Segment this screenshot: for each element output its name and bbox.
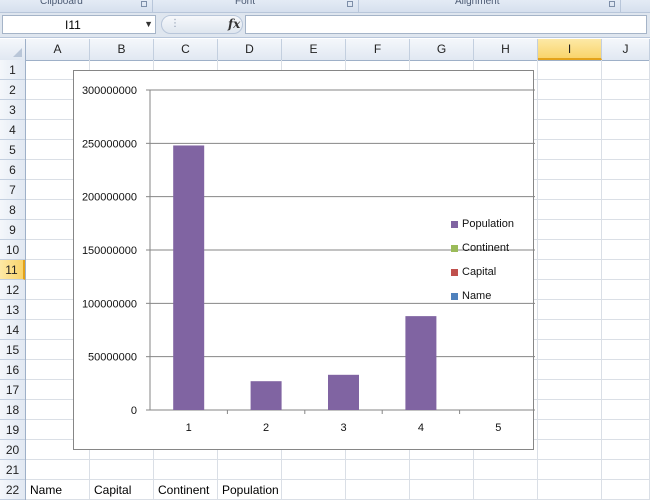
legend-swatch <box>451 269 458 276</box>
legend-label: Population <box>462 218 514 230</box>
column-header-j[interactable]: J <box>602 39 650 60</box>
insert-function-icon[interactable]: fx <box>228 17 240 31</box>
row-header-15[interactable]: 15 <box>0 340 25 360</box>
chart-legend[interactable]: Population Continent Capital Name <box>451 216 541 312</box>
x-tick-label: 4 <box>418 422 424 434</box>
column-header-g[interactable]: G <box>410 39 474 60</box>
chevron-down-icon[interactable]: ▼ <box>144 19 153 29</box>
legend-item-name[interactable]: Name <box>451 288 541 312</box>
row-header-12[interactable]: 12 <box>0 280 25 300</box>
select-all-button[interactable] <box>0 39 26 60</box>
resize-handle-icon[interactable]: ⋮ <box>170 18 180 29</box>
y-tick-label: 200000000 <box>82 192 137 204</box>
x-tick-label: 3 <box>340 422 346 434</box>
cell-a22[interactable]: Name <box>30 480 62 500</box>
ribbon-separator <box>358 0 359 12</box>
row-header-5[interactable]: 5 <box>0 140 25 160</box>
ribbon-strip: Clipboard Font Alignment <box>0 0 650 13</box>
column-header-row: ABCDEFGHIJ <box>0 39 650 61</box>
ribbon-group-alignment[interactable]: Alignment <box>455 0 499 8</box>
row-header-9[interactable]: 9 <box>0 220 25 240</box>
row-header-column: 1 2 3 4 5 6 7 8 9 10 11 12 13 14 15 16 17 18 19 20 21 22 <box>0 60 26 500</box>
y-tick-label: 50000000 <box>88 352 137 364</box>
formula-input[interactable] <box>245 15 647 34</box>
legend-swatch <box>451 221 458 228</box>
row-header-4[interactable]: 4 <box>0 120 25 140</box>
x-tick-label: 5 <box>495 422 501 434</box>
cell-b22[interactable]: Capital <box>94 480 131 500</box>
column-header-h[interactable]: H <box>474 39 538 60</box>
column-header-i[interactable]: I <box>538 39 602 60</box>
y-tick-label: 150000000 <box>82 245 137 257</box>
row-header-1[interactable]: 1 <box>0 60 25 80</box>
name-box[interactable]: I11 ▼ <box>2 15 156 34</box>
bar-population-1 <box>173 145 205 410</box>
ribbon-separator <box>620 0 621 12</box>
cell-d22[interactable]: Population <box>222 480 279 500</box>
legend-label: Continent <box>462 242 510 254</box>
column-header-f[interactable]: F <box>346 39 410 60</box>
legend-label: Capital <box>462 266 497 278</box>
chart-object[interactable]: 0 50000000 100000000 150000000 200000000 2500… <box>73 70 535 450</box>
x-tick-label: 1 <box>186 422 192 434</box>
legend-item-continent[interactable]: Continent <box>451 240 541 264</box>
bar-population-4 <box>405 316 437 410</box>
ribbon-group-font[interactable]: Font <box>235 0 255 8</box>
row-header-11[interactable]: 11 <box>0 260 25 280</box>
legend-swatch <box>451 245 458 252</box>
y-tick-label: 300000000 <box>82 85 137 97</box>
row-header-19[interactable]: 19 <box>0 420 25 440</box>
row-header-6[interactable]: 6 <box>0 160 25 180</box>
column-header-b[interactable]: B <box>90 39 154 60</box>
select-all-icon <box>13 48 22 57</box>
cell-c22[interactable]: Continent <box>158 480 209 500</box>
column-gridline <box>601 60 602 500</box>
x-tick-label: 2 <box>263 422 269 434</box>
row-header-14[interactable]: 14 <box>0 320 25 340</box>
row-header-17[interactable]: 17 <box>0 380 25 400</box>
row-header-22[interactable]: 22 <box>0 480 25 500</box>
legend-item-population[interactable]: Population <box>451 216 541 240</box>
name-box-value: I11 <box>65 18 81 32</box>
column-header-e[interactable]: E <box>282 39 346 60</box>
row-header-10[interactable]: 10 <box>0 240 25 260</box>
font-launcher-icon[interactable] <box>347 1 353 7</box>
row-header-18[interactable]: 18 <box>0 400 25 420</box>
row-gridline <box>26 459 650 460</box>
row-header-3[interactable]: 3 <box>0 100 25 120</box>
row-header-13[interactable]: 13 <box>0 300 25 320</box>
y-tick-label: 0 <box>131 405 137 417</box>
ribbon-separator <box>152 0 153 12</box>
legend-item-capital[interactable]: Capital <box>451 264 541 288</box>
clipboard-launcher-icon[interactable] <box>141 1 147 7</box>
row-header-8[interactable]: 8 <box>0 200 25 220</box>
row-header-21[interactable]: 21 <box>0 460 25 480</box>
row-header-7[interactable]: 7 <box>0 180 25 200</box>
ribbon-group-clipboard[interactable]: Clipboard <box>40 0 83 8</box>
bar-population-3 <box>328 374 359 410</box>
row-header-20[interactable]: 20 <box>0 440 25 460</box>
y-tick-label: 100000000 <box>82 298 137 310</box>
row-gridline <box>26 479 650 480</box>
legend-swatch <box>451 293 458 300</box>
column-header-d[interactable]: D <box>218 39 282 60</box>
formula-bar: I11 ▼ ⋮ fx <box>0 13 650 38</box>
column-header-a[interactable]: A <box>26 39 90 60</box>
bar-population-2 <box>250 381 282 410</box>
legend-label: Name <box>462 290 492 302</box>
alignment-launcher-icon[interactable] <box>609 1 615 7</box>
formula-controls: ⋮ fx <box>161 15 243 34</box>
row-header-16[interactable]: 16 <box>0 360 25 380</box>
column-header-c[interactable]: C <box>154 39 218 60</box>
y-tick-label: 250000000 <box>82 138 137 150</box>
row-header-2[interactable]: 2 <box>0 80 25 100</box>
